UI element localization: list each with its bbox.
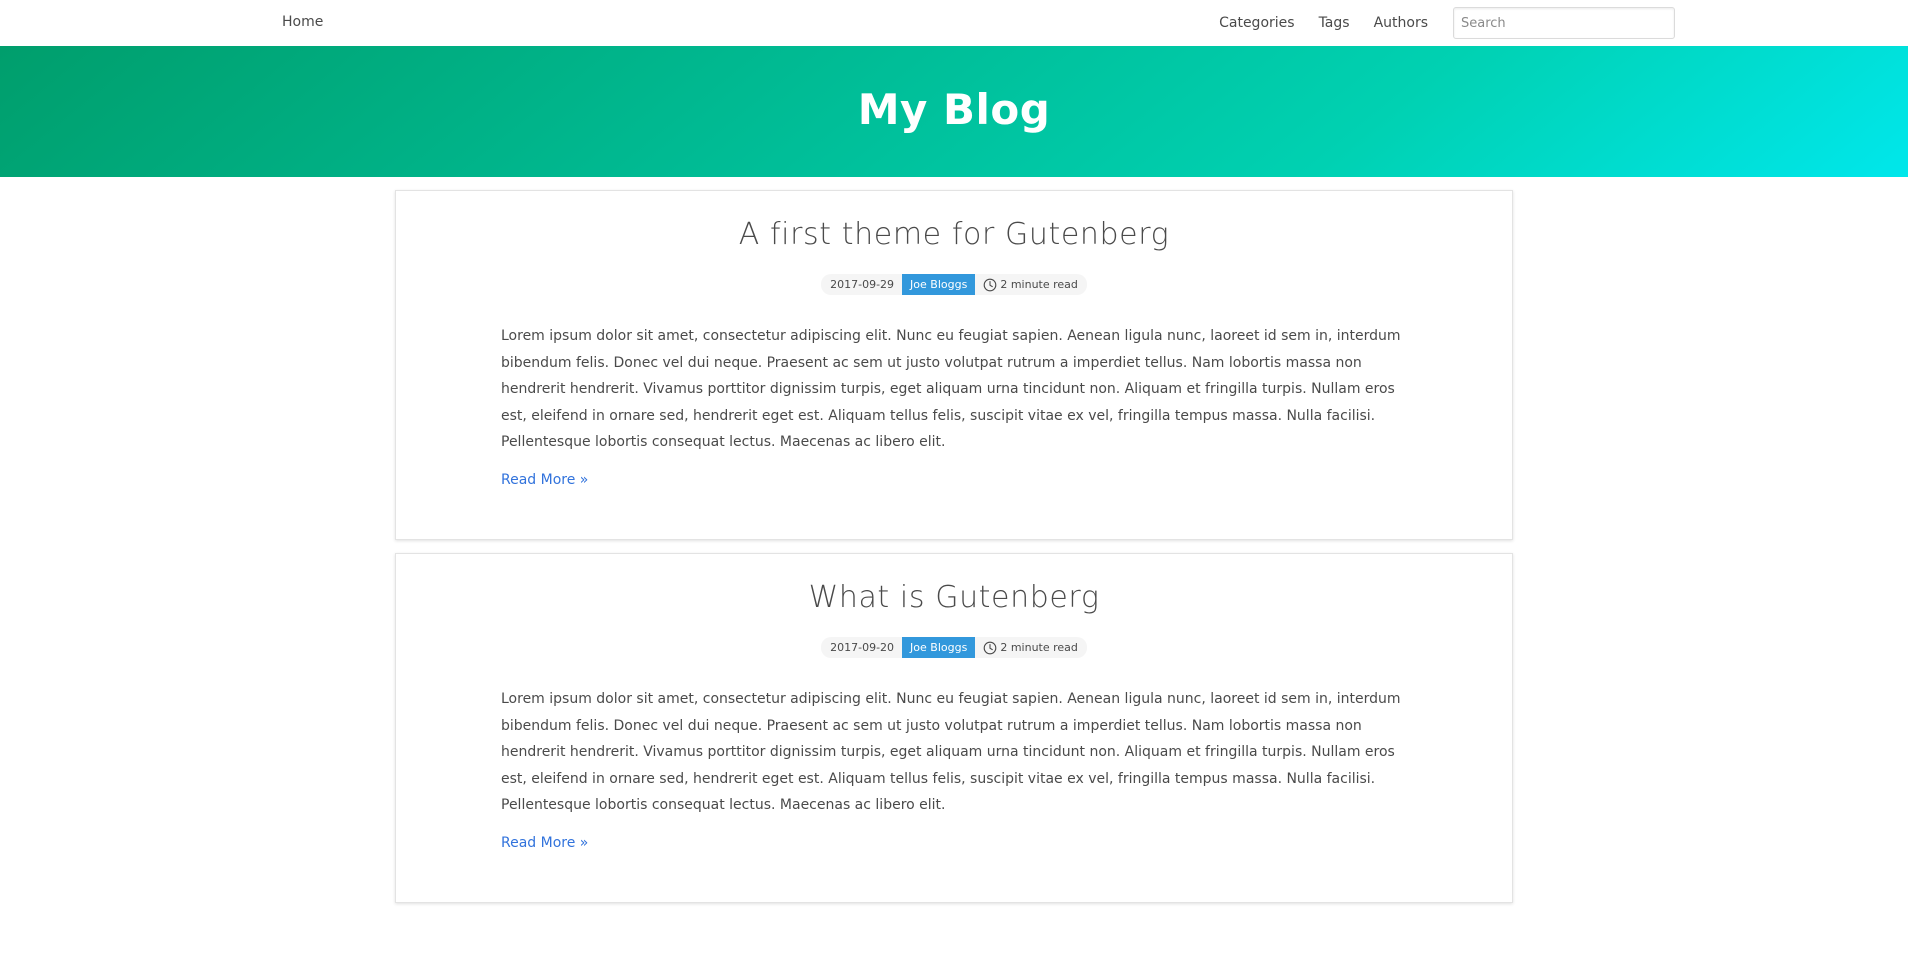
read-time-label: 2 minute read <box>1000 641 1078 654</box>
post-title[interactable]: What is Gutenberg <box>396 580 1512 615</box>
nav-tags-link[interactable]: Tags <box>1319 15 1350 31</box>
clock-icon <box>983 641 997 654</box>
post-card: A first theme for Gutenberg 2017-09-29 J… <box>395 190 1513 540</box>
hero-banner: My Blog <box>0 46 1908 177</box>
post-date-tag: 2017-09-29 <box>821 274 903 295</box>
top-navbar: Home Categories Tags Authors <box>0 0 1908 46</box>
read-time-label: 2 minute read <box>1000 278 1078 291</box>
nav-right-group: Categories Tags Authors <box>1219 0 1675 46</box>
clock-icon <box>983 278 997 291</box>
nav-home-link[interactable]: Home <box>282 0 323 46</box>
nav-categories-link[interactable]: Categories <box>1219 15 1294 31</box>
site-title: My Blog <box>857 85 1051 134</box>
post-meta: 2017-09-29 Joe Bloggs 2 minute read <box>396 274 1512 295</box>
nav-authors-link[interactable]: Authors <box>1374 15 1428 31</box>
read-time-tag: 2 minute read <box>975 637 1087 658</box>
read-more-link[interactable]: Read More » <box>501 472 588 488</box>
search-input[interactable] <box>1453 7 1675 39</box>
post-list: A first theme for Gutenberg 2017-09-29 J… <box>395 190 1513 916</box>
post-title[interactable]: A first theme for Gutenberg <box>396 217 1512 252</box>
post-date-tag: 2017-09-20 <box>821 637 903 658</box>
post-meta: 2017-09-20 Joe Bloggs 2 minute read <box>396 637 1512 658</box>
post-author-tag[interactable]: Joe Bloggs <box>902 637 976 658</box>
read-time-tag: 2 minute read <box>975 274 1087 295</box>
post-excerpt: Lorem ipsum dolor sit amet, consectetur … <box>501 691 1401 814</box>
read-more-link[interactable]: Read More » <box>501 835 588 851</box>
post-author-tag[interactable]: Joe Bloggs <box>902 274 976 295</box>
post-card: What is Gutenberg 2017-09-20 Joe Bloggs … <box>395 553 1513 903</box>
post-excerpt: Lorem ipsum dolor sit amet, consectetur … <box>501 328 1401 451</box>
